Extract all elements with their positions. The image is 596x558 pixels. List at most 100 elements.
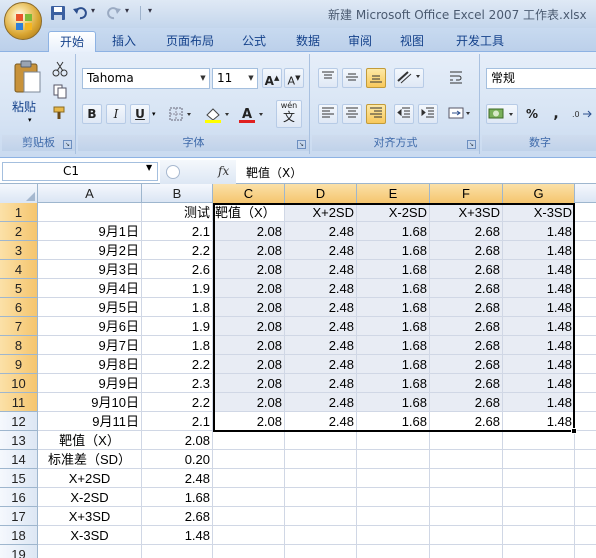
- row-header[interactable]: 4: [0, 260, 38, 279]
- cell-b8[interactable]: 1.8: [142, 336, 213, 355]
- cell-g5[interactable]: 1.48: [503, 279, 575, 298]
- percent-style-button[interactable]: %: [522, 104, 542, 124]
- cell-d4[interactable]: 2.48: [285, 260, 357, 279]
- cell-d6[interactable]: 2.48: [285, 298, 357, 317]
- cell-b12[interactable]: 2.1: [142, 412, 213, 431]
- cell-c10[interactable]: 2.08: [213, 374, 285, 393]
- cell-g10[interactable]: 1.48: [503, 374, 575, 393]
- cell-a4[interactable]: 9月3日: [38, 260, 142, 279]
- cell-e7[interactable]: 1.68: [357, 317, 430, 336]
- font-size-combo[interactable]: 11 ▼: [212, 68, 258, 89]
- cell-g8[interactable]: 1.48: [503, 336, 575, 355]
- cell-b16[interactable]: 1.68: [142, 488, 213, 507]
- tab-home[interactable]: 开始: [48, 31, 96, 52]
- cell-a7[interactable]: 9月6日: [38, 317, 142, 336]
- clipboard-launcher-icon[interactable]: ↘: [63, 140, 72, 149]
- cell-a3[interactable]: 9月2日: [38, 241, 142, 260]
- cell-d11[interactable]: 2.48: [285, 393, 357, 412]
- row-header[interactable]: 3: [0, 241, 38, 260]
- row-header[interactable]: 5: [0, 279, 38, 298]
- top-align-icon[interactable]: [318, 68, 338, 88]
- redo-dropdown-icon[interactable]: ▾: [125, 6, 129, 15]
- cell-e12[interactable]: 1.68: [357, 412, 430, 431]
- cell-f10[interactable]: 2.68: [430, 374, 503, 393]
- align-right-icon[interactable]: [366, 104, 386, 124]
- row-header[interactable]: 7: [0, 317, 38, 336]
- number-format-combo[interactable]: 常规: [486, 68, 596, 89]
- cell-c18[interactable]: [213, 526, 285, 545]
- cell-a19[interactable]: [38, 545, 142, 558]
- office-button[interactable]: [4, 2, 42, 40]
- cell-d2[interactable]: 2.48: [285, 222, 357, 241]
- tab-developer[interactable]: 开发工具: [448, 31, 512, 52]
- cell-c17[interactable]: [213, 507, 285, 526]
- cell-d3[interactable]: 2.48: [285, 241, 357, 260]
- column-header-a[interactable]: A: [38, 184, 142, 203]
- cell-c2[interactable]: 2.08: [213, 222, 285, 241]
- row-header[interactable]: 14: [0, 450, 38, 469]
- cell-d13[interactable]: [285, 431, 357, 450]
- cell-g3[interactable]: 1.48: [503, 241, 575, 260]
- cell-c1[interactable]: 靶值（X）: [213, 203, 285, 222]
- cell-g7[interactable]: 1.48: [503, 317, 575, 336]
- row-header[interactable]: 17: [0, 507, 38, 526]
- cell-e18[interactable]: [357, 526, 430, 545]
- cell-a14[interactable]: 标准差（SD）: [38, 450, 142, 469]
- row-header[interactable]: 11: [0, 393, 38, 412]
- cell-f3[interactable]: 2.68: [430, 241, 503, 260]
- cell-f5[interactable]: 2.68: [430, 279, 503, 298]
- customize-qat-icon[interactable]: ▾: [148, 6, 152, 15]
- cell-b17[interactable]: 2.68: [142, 507, 213, 526]
- row-header[interactable]: 2: [0, 222, 38, 241]
- cell-f15[interactable]: [430, 469, 503, 488]
- cell-g6[interactable]: 1.48: [503, 298, 575, 317]
- cell-c9[interactable]: 2.08: [213, 355, 285, 374]
- cell-f6[interactable]: 2.68: [430, 298, 503, 317]
- cell-g14[interactable]: [503, 450, 575, 469]
- cell-g9[interactable]: 1.48: [503, 355, 575, 374]
- cell-a8[interactable]: 9月7日: [38, 336, 142, 355]
- cell-f7[interactable]: 2.68: [430, 317, 503, 336]
- cell-a6[interactable]: 9月5日: [38, 298, 142, 317]
- cell-b13[interactable]: 2.08: [142, 431, 213, 450]
- cell-b19[interactable]: [142, 545, 213, 558]
- cell-a11[interactable]: 9月10日: [38, 393, 142, 412]
- wrap-text-icon[interactable]: [446, 68, 466, 88]
- worksheet-grid[interactable]: ABCDEFG 1 测试 靶值（X） X+2SD X-2SD X+3SD X-3SD 2 9月1…: [0, 184, 596, 558]
- cell-c8[interactable]: 2.08: [213, 336, 285, 355]
- orientation-icon[interactable]: [394, 68, 424, 88]
- name-box-dropdown-icon[interactable]: ▼: [146, 163, 152, 172]
- cell-b2[interactable]: 2.1: [142, 222, 213, 241]
- borders-icon[interactable]: [166, 104, 194, 124]
- cell-d1[interactable]: X+2SD: [285, 203, 357, 222]
- formula-bar-expander-icon[interactable]: [166, 165, 180, 179]
- cell-b6[interactable]: 1.8: [142, 298, 213, 317]
- cell-g16[interactable]: [503, 488, 575, 507]
- cell-c13[interactable]: [213, 431, 285, 450]
- cell-b3[interactable]: 2.2: [142, 241, 213, 260]
- row-header[interactable]: 19: [0, 545, 38, 558]
- comma-style-button[interactable]: ,: [546, 104, 566, 124]
- cell-a13[interactable]: 靶值（X）: [38, 431, 142, 450]
- row-header[interactable]: 8: [0, 336, 38, 355]
- cell-f4[interactable]: 2.68: [430, 260, 503, 279]
- cell-f1[interactable]: X+3SD: [430, 203, 503, 222]
- cell-f8[interactable]: 2.68: [430, 336, 503, 355]
- cell-a16[interactable]: X-2SD: [38, 488, 142, 507]
- cell-d10[interactable]: 2.48: [285, 374, 357, 393]
- tab-data[interactable]: 数据: [286, 31, 330, 52]
- cell-d19[interactable]: [285, 545, 357, 558]
- copy-icon[interactable]: [50, 82, 70, 102]
- cell-e8[interactable]: 1.68: [357, 336, 430, 355]
- cell-g2[interactable]: 1.48: [503, 222, 575, 241]
- cell-f17[interactable]: [430, 507, 503, 526]
- cut-icon[interactable]: [50, 60, 70, 80]
- merge-center-icon[interactable]: [446, 104, 474, 124]
- fill-handle[interactable]: [571, 428, 577, 434]
- align-center-icon[interactable]: [342, 104, 362, 124]
- cell-f2[interactable]: 2.68: [430, 222, 503, 241]
- insert-function-button[interactable]: fx: [218, 164, 229, 178]
- row-header[interactable]: 10: [0, 374, 38, 393]
- tab-view[interactable]: 视图: [390, 31, 434, 52]
- alignment-launcher-icon[interactable]: ↘: [467, 140, 476, 149]
